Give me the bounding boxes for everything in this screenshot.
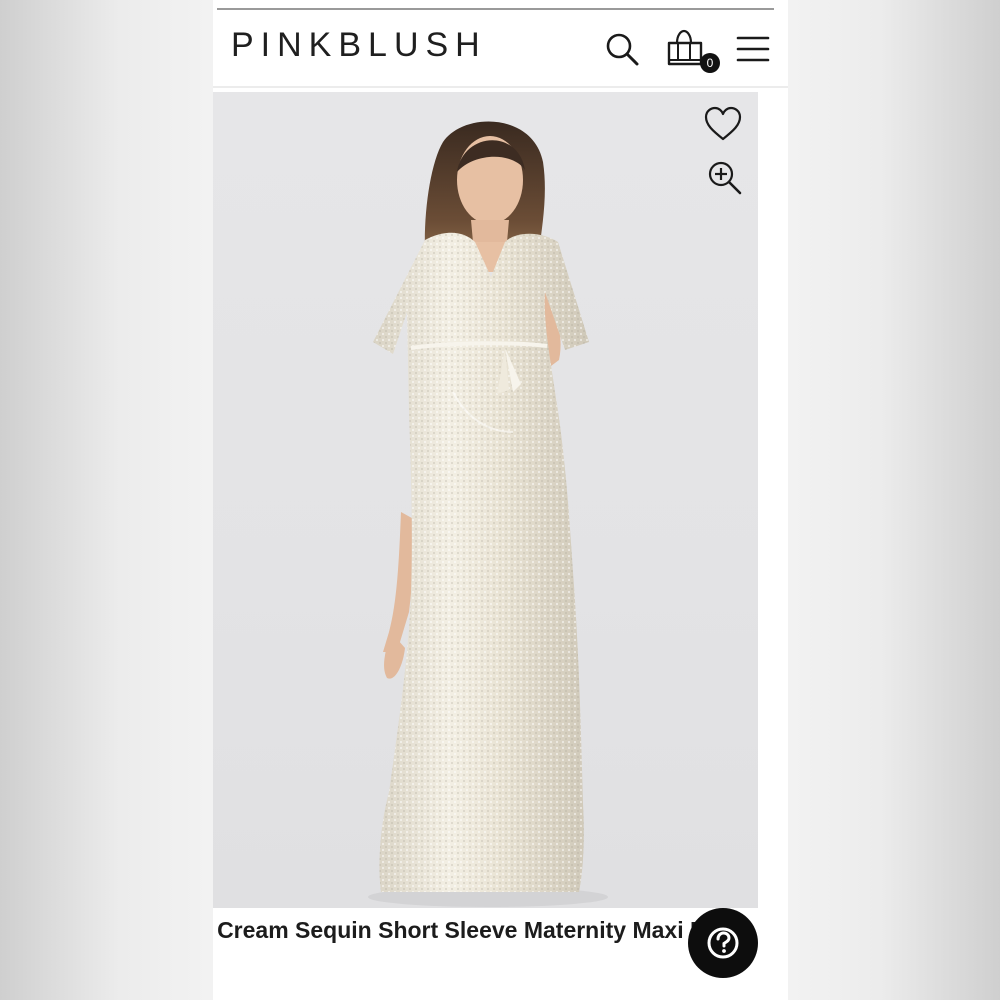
site-header: PINKBLUSH 0 <box>213 10 788 88</box>
question-mark-icon <box>707 927 739 959</box>
cart-button[interactable]: 0 <box>665 26 721 78</box>
status-strip <box>213 0 788 10</box>
heart-icon <box>704 106 742 141</box>
search-button[interactable] <box>603 30 643 70</box>
zoom-button[interactable] <box>707 160 743 196</box>
zoom-in-icon <box>708 161 742 195</box>
menu-button[interactable] <box>736 34 770 64</box>
image-gutter <box>758 92 788 908</box>
brand-logo[interactable]: PINKBLUSH <box>231 26 487 65</box>
product-title: Cream Sequin Short Sleeve Maternity Maxi… <box>217 917 754 943</box>
mobile-screen: PINKBLUSH 0 Cream Sequin Short Sleeve Ma… <box>213 0 788 1000</box>
search-icon <box>606 33 639 66</box>
model-in-sequin-dress-illustration <box>368 121 608 907</box>
help-button[interactable] <box>688 908 758 978</box>
product-photo[interactable] <box>213 92 758 908</box>
cart-count-badge: 0 <box>700 53 720 73</box>
wishlist-button[interactable] <box>703 105 743 145</box>
hamburger-menu-icon <box>736 36 770 62</box>
